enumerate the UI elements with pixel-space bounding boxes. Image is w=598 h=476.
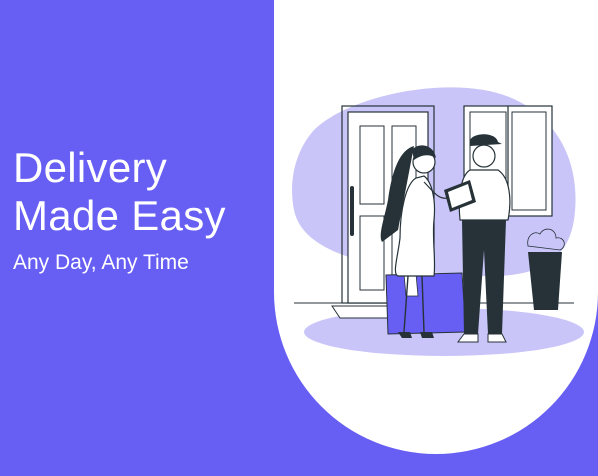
- hero-tagline: Any Day, Any Time: [13, 251, 189, 274]
- hero-title: Delivery Made Easy: [13, 144, 226, 240]
- delivery-scene-illustration: [292, 87, 584, 356]
- delivery-banner: Delivery Made Easy Any Day, Any Time: [0, 0, 598, 476]
- hero-text: Delivery Made Easy Any Day, Any Time: [13, 144, 226, 276]
- hero-title-line-2: Made Easy: [13, 192, 226, 239]
- parcel-box-icon: [385, 272, 467, 335]
- hero-title-line-1: Delivery: [13, 144, 168, 191]
- plant-pot-icon: [527, 228, 565, 310]
